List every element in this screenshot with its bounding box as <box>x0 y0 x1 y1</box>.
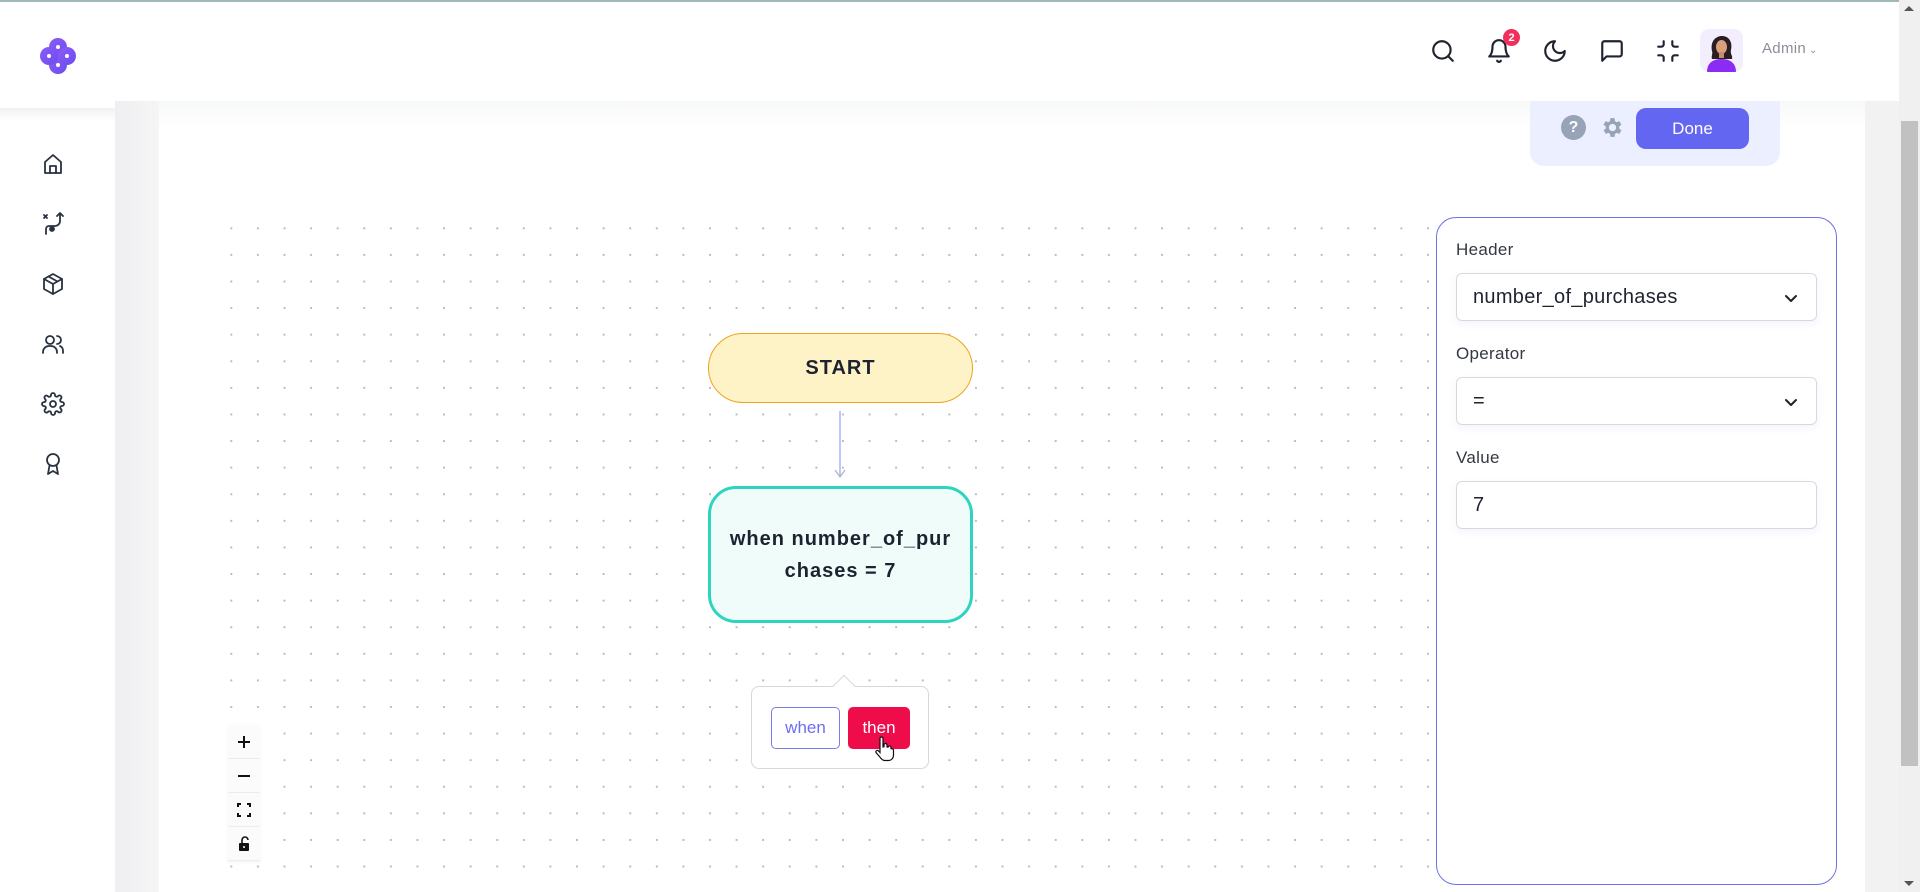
search-icon <box>1432 40 1454 62</box>
sidebar-item-rewards[interactable] <box>38 449 68 479</box>
sidebar-item-settings[interactable] <box>38 389 68 419</box>
notifications-button[interactable]: 2 <box>1484 29 1520 66</box>
home-icon <box>44 154 62 174</box>
exit-fullscreen-button[interactable] <box>1653 36 1683 66</box>
gear-icon <box>41 392 65 416</box>
zoom-out-button[interactable] <box>228 759 260 793</box>
notification-badge: 2 <box>1503 29 1520 46</box>
scroll-down-arrow-icon[interactable] <box>1904 881 1914 886</box>
operator-select[interactable]: = <box>1456 377 1817 425</box>
condition-properties-panel: Header number_of_purchases Operator = Va… <box>1436 217 1837 885</box>
help-button[interactable]: ? <box>1561 115 1586 140</box>
route-icon <box>43 212 64 235</box>
dark-mode-toggle[interactable] <box>1540 36 1570 66</box>
fit-view-icon <box>237 802 251 817</box>
value-input-text: 7 <box>1473 493 1485 516</box>
scroll-thumb[interactable] <box>1901 121 1918 766</box>
sidebar-item-users[interactable] <box>38 329 68 359</box>
add-step-popup: when then <box>751 674 929 769</box>
top-header: 2 Admin ⌄ <box>115 0 1899 101</box>
left-gutter <box>115 101 159 892</box>
scroll-up-arrow-icon[interactable] <box>1904 6 1914 11</box>
moon-icon <box>1544 40 1566 62</box>
header-select-value: number_of_purchases <box>1473 285 1678 308</box>
operator-select-value: = <box>1473 389 1485 412</box>
fit-view-button[interactable] <box>228 793 260 827</box>
done-button[interactable]: Done <box>1636 108 1749 149</box>
toggle-lock-button[interactable] <box>228 827 260 861</box>
gear-icon <box>1603 118 1622 137</box>
award-icon <box>46 453 60 475</box>
app-logo[interactable] <box>38 36 78 76</box>
messages-button[interactable] <box>1597 36 1627 66</box>
chevron-down-icon <box>1785 399 1797 406</box>
sidebar <box>0 0 115 892</box>
help-icon: ? <box>1568 118 1579 136</box>
sidebar-item-flows[interactable] <box>38 209 68 239</box>
add-when-button[interactable]: when <box>771 707 840 749</box>
chat-icon <box>1601 40 1623 62</box>
zoom-in-button[interactable] <box>228 725 260 759</box>
value-label: Value <box>1456 448 1500 467</box>
users-icon <box>42 335 64 354</box>
right-gutter <box>1865 101 1899 892</box>
user-name: Admin <box>1762 40 1807 57</box>
exit-fullscreen-icon <box>1657 40 1679 62</box>
header-label: Header <box>1456 240 1514 259</box>
start-node[interactable]: START <box>708 333 973 403</box>
window-top-border <box>0 0 1899 2</box>
search-button[interactable] <box>1428 36 1458 66</box>
operator-label: Operator <box>1456 344 1526 363</box>
hand-cursor-icon <box>875 736 895 762</box>
user-avatar[interactable] <box>1700 29 1743 72</box>
sidebar-item-products[interactable] <box>38 269 68 299</box>
condition-node[interactable]: when number_of_purchases = 7 <box>708 486 973 623</box>
unlock-icon <box>239 835 249 851</box>
plus-icon <box>238 735 250 748</box>
flow-toolbar: ? Done <box>1530 101 1780 166</box>
sidebar-item-home[interactable] <box>38 149 68 179</box>
flow-settings-button[interactable] <box>1600 115 1625 140</box>
box-icon <box>43 273 63 295</box>
page-scrollbar[interactable] <box>1899 0 1920 892</box>
header-select[interactable]: number_of_purchases <box>1456 273 1817 321</box>
chevron-down-icon <box>1785 295 1797 302</box>
avatar-image <box>1707 36 1736 72</box>
logo-icon <box>40 38 76 74</box>
sidebar-divider <box>0 108 115 122</box>
minus-icon <box>238 774 250 777</box>
value-input[interactable]: 7 <box>1456 481 1817 529</box>
user-menu[interactable]: Admin ⌄ <box>1762 40 1818 57</box>
chevron-down-icon: ⌄ <box>1809 45 1818 56</box>
